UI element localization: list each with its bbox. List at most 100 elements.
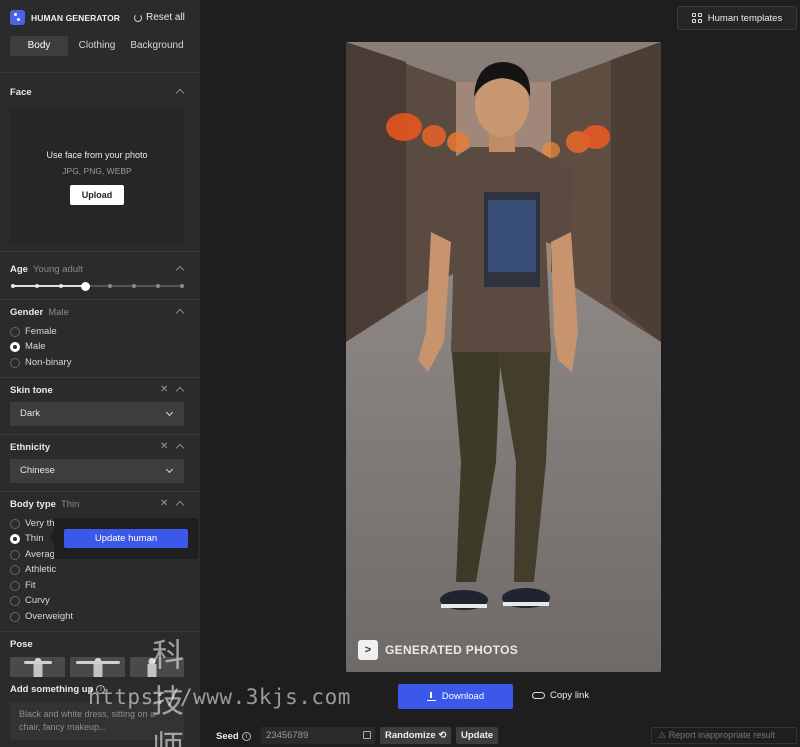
radio-icon xyxy=(10,595,20,606)
refresh-icon: ⟲ xyxy=(438,730,447,741)
pose-thumbnail[interactable] xyxy=(10,657,65,677)
seed-input[interactable]: 23456789 xyxy=(261,727,375,744)
ethnicity-select[interactable]: Chinese xyxy=(10,459,184,483)
option-label: Male xyxy=(25,341,46,352)
option-label: Non-binary xyxy=(25,357,72,368)
tabs: Body Clothing Background xyxy=(10,36,190,56)
report-result-button[interactable]: ⚠ Report inappropriate result xyxy=(651,727,797,744)
tab-body[interactable]: Body xyxy=(10,36,68,56)
option-label: Fit xyxy=(25,580,36,591)
divider xyxy=(0,491,200,492)
age-slider-tick[interactable] xyxy=(180,284,184,288)
generated-photos-watermark: > GENERATED PHOTOS xyxy=(358,640,518,660)
gender-value: Male xyxy=(48,307,69,318)
collapse-body-type-icon[interactable] xyxy=(175,500,185,510)
option-label: Athletic xyxy=(25,564,57,575)
body-type-title: Body type xyxy=(10,499,56,510)
radio-icon xyxy=(10,518,20,529)
copy-link-button[interactable]: Copy link xyxy=(532,690,589,701)
report-label: Report inappropriate result xyxy=(668,730,776,740)
clear-skin-tone-icon[interactable]: ✕ xyxy=(160,385,168,395)
update-human-button[interactable]: Update human xyxy=(64,529,188,548)
body-option-overweight[interactable]: Overweight xyxy=(10,611,73,622)
age-slider-tick[interactable] xyxy=(131,284,136,288)
pose-torso xyxy=(93,664,102,677)
collapse-gender-icon[interactable] xyxy=(175,308,185,318)
tab-background[interactable]: Background xyxy=(126,36,188,56)
pose-thumbnail[interactable] xyxy=(70,657,125,677)
site-url-watermark: https://www.3kjs.com xyxy=(88,685,351,709)
divider xyxy=(0,251,200,252)
update-human-popover: Update human xyxy=(49,518,198,559)
collapse-age-icon[interactable] xyxy=(175,265,185,275)
option-label: Thin xyxy=(25,533,44,544)
sidebar: HUMAN GENERATOR Reset all Body Clothing … xyxy=(0,0,200,747)
face-upload-area[interactable]: Use face from your photo JPG, PNG, WEBP … xyxy=(10,108,184,244)
skin-tone-select[interactable]: Dark xyxy=(10,402,184,426)
body-option-average[interactable]: Averag xyxy=(10,549,55,560)
tab-clothing[interactable]: Clothing xyxy=(68,36,126,56)
brand-logo-icon xyxy=(10,10,25,25)
chevron-down-icon xyxy=(165,465,174,474)
collapse-face-icon[interactable] xyxy=(175,88,185,98)
body-type-section-title: Body type Thin xyxy=(10,499,79,510)
collapse-ethnicity-icon[interactable] xyxy=(175,443,185,453)
divider xyxy=(0,377,200,378)
body-option-thin[interactable]: Thin xyxy=(10,533,43,544)
divider xyxy=(0,299,200,300)
age-slider-tick[interactable] xyxy=(107,284,112,288)
age-slider-tick[interactable] xyxy=(11,284,15,288)
age-value: Young adult xyxy=(32,264,83,275)
divider xyxy=(0,72,200,73)
skin-tone-section-title: Skin tone xyxy=(10,385,53,396)
age-title: Age xyxy=(10,264,28,275)
randomize-button[interactable]: Randomize ⟲ xyxy=(380,727,452,744)
radio-selected-icon xyxy=(10,341,20,352)
warning-icon: ⚠ xyxy=(658,730,669,740)
seed-label: Seed i xyxy=(216,731,251,742)
generated-photos-logo-icon: > xyxy=(358,640,378,660)
gender-option-female[interactable]: Female xyxy=(10,326,57,337)
download-icon xyxy=(426,692,436,701)
radio-icon xyxy=(10,549,20,560)
radio-icon xyxy=(10,611,20,622)
info-icon[interactable]: i xyxy=(241,732,251,741)
collapse-skin-tone-icon[interactable] xyxy=(175,386,185,396)
ethnicity-section-title: Ethnicity xyxy=(10,442,51,453)
link-icon xyxy=(532,692,545,699)
body-option-fit[interactable]: Fit xyxy=(10,580,36,591)
update-seed-button[interactable]: Update xyxy=(456,727,499,744)
randomize-label: Randomize xyxy=(385,730,436,741)
skin-tone-value: Dark xyxy=(20,408,41,419)
grid-icon xyxy=(691,12,703,24)
clear-body-type-icon[interactable]: ✕ xyxy=(160,499,168,509)
brand-name: HUMAN GENERATOR xyxy=(31,12,121,23)
brand: HUMAN GENERATOR xyxy=(10,10,120,25)
clear-ethnicity-icon[interactable]: ✕ xyxy=(160,442,168,452)
age-slider-tick[interactable] xyxy=(155,284,160,288)
option-label: Very th xyxy=(25,518,55,529)
body-option-curvy[interactable]: Curvy xyxy=(10,595,50,606)
seed-value: 23456789 xyxy=(266,730,309,741)
gender-title: Gender xyxy=(10,307,44,318)
age-slider-knob[interactable] xyxy=(80,282,90,291)
age-section-title: Age Young adult xyxy=(10,264,83,275)
radio-icon xyxy=(10,357,20,368)
body-option-athletic[interactable]: Athletic xyxy=(10,564,56,575)
human-templates-button[interactable]: Human templates xyxy=(677,6,797,30)
option-label: Averag xyxy=(25,549,55,560)
age-slider-tick[interactable] xyxy=(35,284,40,288)
copy-link-label: Copy link xyxy=(550,690,590,701)
download-button[interactable]: Download xyxy=(398,684,513,709)
body-option-very-thin[interactable]: Very th xyxy=(10,518,55,529)
copy-icon[interactable] xyxy=(363,731,371,739)
gender-section-title: Gender Male xyxy=(10,307,69,318)
radio-icon xyxy=(10,580,20,591)
upload-button[interactable]: Upload xyxy=(69,185,125,205)
face-section-title: Face xyxy=(10,87,32,98)
age-slider-tick[interactable] xyxy=(59,284,64,288)
gender-option-male[interactable]: Male xyxy=(10,341,46,352)
reset-all-button[interactable]: Reset all xyxy=(134,12,185,23)
gender-option-non-binary[interactable]: Non-binary xyxy=(10,357,71,368)
pose-torso xyxy=(33,664,42,677)
